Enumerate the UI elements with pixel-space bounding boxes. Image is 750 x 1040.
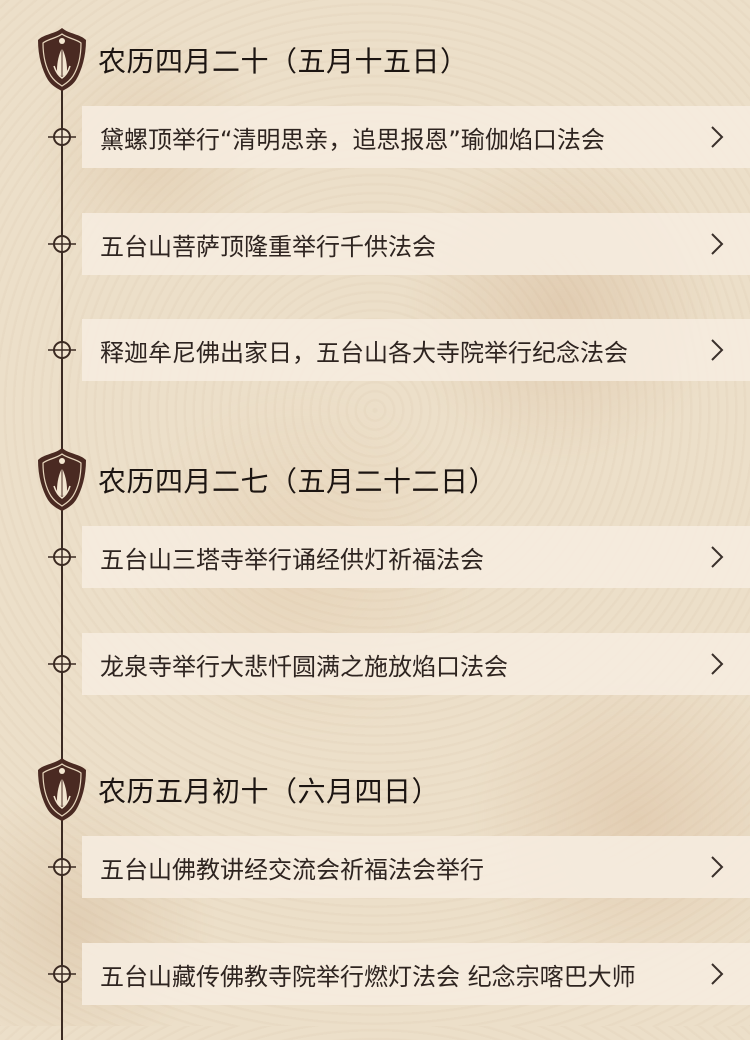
event-title: 五台山佛教讲经交流会祈福法会举行 [100,856,484,884]
crosshair-node-icon [48,123,76,151]
event-title: 黛螺顶举行“清明思亲，追思报恩”瑜伽焰口法会 [100,126,605,154]
event-row[interactable]: 五台山藏传佛教寺院举行燃灯法会 纪念宗喀巴大师 [82,943,750,1005]
event-row[interactable]: 五台山菩萨顶隆重举行千供法会 [82,213,750,275]
crosshair-node-icon [48,230,76,258]
crosshair-node-icon [48,960,76,988]
chevron-right-icon [711,963,724,985]
crosshair-node-icon [48,650,76,678]
event-row[interactable]: 五台山三塔寺举行诵经供灯祈福法会 [82,526,750,588]
event-row[interactable]: 五台山佛教讲经交流会祈福法会举行 [82,836,750,898]
chevron-right-icon [711,126,724,148]
chevron-right-icon [711,856,724,878]
event-row[interactable]: 黛螺顶举行“清明思亲，追思报恩”瑜伽焰口法会 [82,106,750,168]
event-title: 五台山藏传佛教寺院举行燃灯法会 纪念宗喀巴大师 [100,963,636,991]
section-header: 农历四月二十（五月十五日） [0,26,750,96]
event-title: 龙泉寺举行大悲忏圆满之施放焰口法会 [100,653,508,681]
section-title: 农历四月二七（五月二十二日） [98,465,498,498]
event-title: 五台山三塔寺举行诵经供灯祈福法会 [100,546,484,574]
crosshair-node-icon [48,853,76,881]
chevron-right-icon [711,653,724,675]
section-title: 农历四月二十（五月十五日） [98,45,469,78]
section-header: 农历四月二七（五月二十二日） [0,446,750,516]
chevron-right-icon [711,339,724,361]
event-title: 五台山菩萨顶隆重举行千供法会 [100,233,436,261]
event-row[interactable]: 龙泉寺举行大悲忏圆满之施放焰口法会 [82,633,750,695]
chevron-right-icon [711,233,724,255]
lotus-praying-hands-icon [38,28,86,91]
crosshair-node-icon [48,543,76,571]
crosshair-node-icon [48,336,76,364]
section-title: 农历五月初十（六月四日） [98,775,441,808]
event-row[interactable]: 释迦牟尼佛出家日，五台山各大寺院举行纪念法会 [82,319,750,381]
lotus-praying-hands-icon [38,448,86,511]
lotus-praying-hands-icon [38,758,86,821]
section-header: 农历五月初十（六月四日） [0,756,750,826]
event-title: 释迦牟尼佛出家日，五台山各大寺院举行纪念法会 [100,339,628,367]
chevron-right-icon [711,546,724,568]
